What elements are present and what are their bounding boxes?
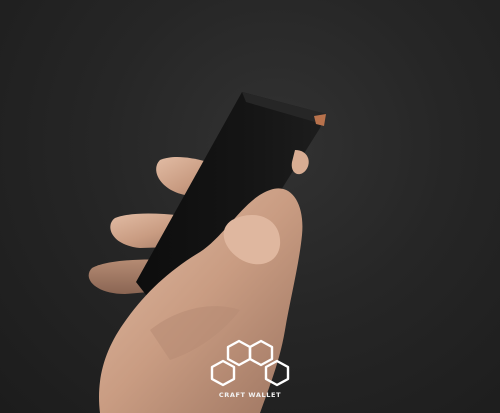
thumb xyxy=(291,150,309,175)
brand-name: CRAFT WALLET xyxy=(218,391,282,399)
hexagon-cluster-icon xyxy=(210,339,290,387)
photo-stage: CRAFT WALLET xyxy=(0,0,500,413)
brand-logo: CRAFT WALLET xyxy=(200,338,300,408)
